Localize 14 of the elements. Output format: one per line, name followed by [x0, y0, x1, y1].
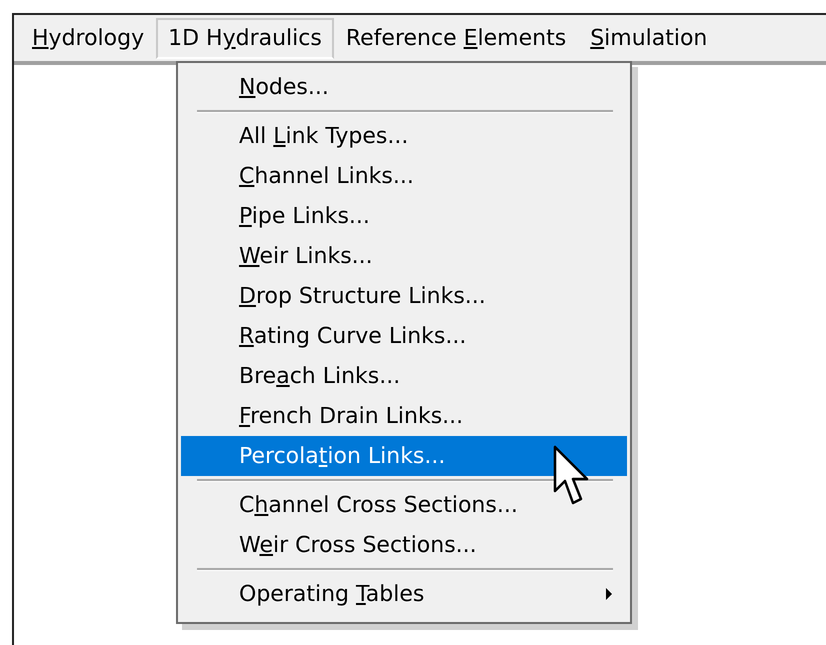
menu-item[interactable]: Breach Links... [181, 356, 627, 396]
menu-item[interactable]: Nodes... [181, 67, 627, 107]
menu-item[interactable]: Weir Links... [181, 236, 627, 276]
menu-item[interactable]: French Drain Links... [181, 396, 627, 436]
menu-item[interactable]: Drop Structure Links... [181, 276, 627, 316]
menu-item[interactable]: Rating Curve Links... [181, 316, 627, 356]
menu-item[interactable]: Channel Links... [181, 156, 627, 196]
menu-item[interactable]: Percolation Links... [181, 436, 627, 476]
menu-item[interactable]: Weir Cross Sections... [181, 525, 627, 565]
menu-item[interactable]: All Link Types... [181, 116, 627, 156]
menu-bar-item[interactable]: 1D Hydraulics [156, 18, 334, 58]
menu-item[interactable]: Operating Tables [181, 574, 627, 614]
menu-item[interactable]: Channel Cross Sections... [181, 485, 627, 525]
menu-item[interactable]: Pipe Links... [181, 196, 627, 236]
